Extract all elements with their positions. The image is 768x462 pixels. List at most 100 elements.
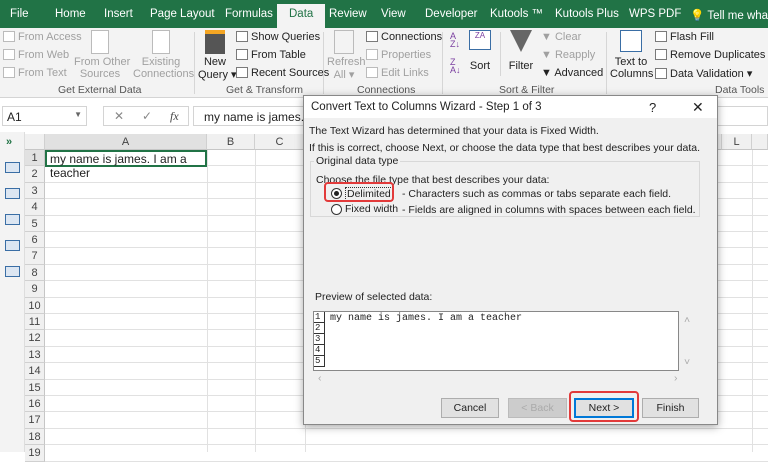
column-header-l[interactable]: L bbox=[722, 134, 752, 150]
wizard-message: The Text Wizard has determined that your… bbox=[309, 125, 599, 137]
sort-button[interactable]: ZA Sort bbox=[467, 30, 493, 72]
tell-me-search[interactable]: 💡 Tell me what you bbox=[690, 8, 768, 22]
connections-doc-icon bbox=[152, 30, 170, 54]
connections-button[interactable]: Connections bbox=[366, 31, 442, 43]
row-header[interactable]: 14 bbox=[25, 363, 45, 380]
help-button[interactable]: ? bbox=[649, 100, 656, 115]
text-to-columns-dialog: Convert Text to Columns Wizard - Step 1 … bbox=[303, 95, 718, 425]
insert-function-icon[interactable]: fx bbox=[170, 109, 179, 124]
workbook-icon[interactable] bbox=[5, 162, 20, 173]
scroll-up-icon[interactable]: ˄ bbox=[684, 314, 690, 326]
new-query-button[interactable]: New Query ▾ bbox=[198, 30, 237, 81]
sort-a-z-button[interactable]: A Z↓ bbox=[450, 32, 460, 49]
enter-icon[interactable]: ✓ bbox=[142, 109, 152, 123]
existing-connections-button[interactable]: Existing Connections bbox=[133, 30, 194, 80]
highlight-box bbox=[324, 182, 394, 202]
row-header[interactable]: 10 bbox=[25, 297, 45, 314]
from-web-button[interactable]: From Web bbox=[3, 49, 69, 61]
expand-icon[interactable]: » bbox=[6, 136, 12, 148]
data-validation-button[interactable]: Data Validation ▾ bbox=[655, 67, 752, 80]
recent-sources-button[interactable]: Recent Sources bbox=[236, 67, 329, 79]
back-button[interactable]: < Back bbox=[508, 398, 567, 418]
row-header[interactable]: 7 bbox=[25, 248, 45, 265]
scroll-right-icon[interactable]: › bbox=[674, 372, 678, 384]
cancel-icon[interactable]: ✕ bbox=[114, 109, 124, 123]
row-header[interactable]: 2 bbox=[25, 166, 45, 183]
column-header-m[interactable] bbox=[752, 134, 768, 150]
fixed-width-radio[interactable] bbox=[331, 204, 342, 215]
find-replace-icon[interactable] bbox=[5, 266, 20, 277]
chevron-down-icon[interactable]: ▼ bbox=[74, 110, 82, 119]
text-to-columns-button[interactable]: Text to Columns bbox=[610, 30, 653, 80]
close-button[interactable]: ✕ bbox=[692, 99, 704, 116]
column-header-a[interactable]: A bbox=[45, 134, 207, 150]
preview-row-number: 4 bbox=[314, 345, 325, 356]
row-header[interactable]: 11 bbox=[25, 314, 45, 331]
gridline bbox=[752, 150, 753, 452]
tab-developer[interactable]: Developer bbox=[425, 8, 477, 20]
row-header[interactable]: 19 bbox=[25, 445, 45, 462]
separator bbox=[500, 32, 501, 76]
row-header[interactable]: 12 bbox=[25, 330, 45, 347]
delimited-description: - Characters such as commas or tabs sepa… bbox=[402, 188, 672, 200]
advanced-button[interactable]: ▼ Advanced bbox=[541, 67, 603, 79]
tab-data[interactable]: Data bbox=[277, 4, 326, 28]
refresh-all-button[interactable]: Refresh All ▾ bbox=[327, 30, 366, 81]
row-header[interactable]: 8 bbox=[25, 264, 45, 282]
row-header[interactable]: 16 bbox=[25, 396, 45, 413]
row-header[interactable]: 15 bbox=[25, 379, 45, 396]
properties-button[interactable]: Properties bbox=[366, 49, 431, 61]
row-header[interactable]: 17 bbox=[25, 412, 45, 429]
row-header[interactable]: 9 bbox=[25, 281, 45, 298]
separator bbox=[323, 32, 324, 94]
from-other-sources-button[interactable]: From Other Sources bbox=[74, 30, 130, 80]
tab-insert[interactable]: Insert bbox=[104, 8, 133, 20]
tab-view[interactable]: View bbox=[381, 8, 406, 20]
row-header[interactable]: 1 bbox=[25, 150, 45, 167]
cancel-button[interactable]: Cancel bbox=[441, 398, 499, 418]
name-manager-icon[interactable] bbox=[5, 214, 20, 225]
edit-links-button[interactable]: Edit Links bbox=[366, 67, 429, 79]
tab-kutools[interactable]: Kutools ™ bbox=[490, 8, 543, 20]
clear-button[interactable]: ▼ Clear bbox=[541, 31, 581, 43]
sort-z-a-button[interactable]: Z A↓ bbox=[450, 58, 461, 75]
tab-file[interactable]: File bbox=[10, 8, 29, 20]
tab-review[interactable]: Review bbox=[329, 8, 367, 20]
tab-page-layout[interactable]: Page Layout bbox=[150, 8, 215, 20]
column-list-icon[interactable] bbox=[5, 240, 20, 251]
tab-formulas[interactable]: Formulas bbox=[225, 8, 273, 20]
filter-button[interactable]: Filter bbox=[506, 30, 536, 72]
flash-fill-button[interactable]: Flash Fill bbox=[655, 31, 714, 43]
select-all-corner[interactable] bbox=[25, 134, 45, 150]
from-text-button[interactable]: From Text bbox=[3, 67, 67, 79]
column-header-c[interactable]: C bbox=[255, 134, 305, 150]
remove-duplicates-button[interactable]: Remove Duplicates bbox=[655, 49, 765, 61]
name-box[interactable]: A1 ▼ bbox=[2, 106, 87, 126]
preview-text: my name is james. I am a teacher bbox=[330, 313, 523, 324]
gridline bbox=[45, 444, 768, 446]
row-header[interactable]: 6 bbox=[25, 232, 45, 249]
formula-icon[interactable] bbox=[5, 188, 20, 199]
separator bbox=[194, 32, 195, 94]
row-header[interactable]: 18 bbox=[25, 428, 45, 446]
row-header[interactable]: 4 bbox=[25, 199, 45, 216]
row-header[interactable]: 5 bbox=[25, 215, 45, 232]
properties-icon bbox=[366, 49, 378, 60]
column-header-b[interactable]: B bbox=[207, 134, 255, 150]
tab-wps-pdf[interactable]: WPS PDF bbox=[629, 8, 681, 20]
reapply-button[interactable]: ▼ Reapply bbox=[541, 49, 595, 61]
cell-a1[interactable]: my name is james. I am a teacher bbox=[45, 150, 207, 180]
row-header[interactable]: 3 bbox=[25, 182, 45, 200]
from-table-button[interactable]: From Table bbox=[236, 49, 306, 61]
scroll-left-icon[interactable]: ‹ bbox=[318, 372, 322, 384]
tab-kutools-plus[interactable]: Kutools Plus bbox=[555, 8, 619, 20]
preview-box[interactable]: 1 2 3 4 5 my name is james. I am a teach… bbox=[313, 311, 679, 371]
scroll-down-icon[interactable]: ˅ bbox=[684, 356, 690, 368]
finish-button[interactable]: Finish bbox=[642, 398, 699, 418]
row-header[interactable]: 13 bbox=[25, 346, 45, 364]
show-queries-button[interactable]: Show Queries bbox=[236, 31, 320, 43]
tab-home[interactable]: Home bbox=[55, 8, 86, 20]
document-icon bbox=[91, 30, 109, 54]
from-access-button[interactable]: From Access bbox=[3, 31, 82, 43]
fixed-width-label[interactable]: Fixed width bbox=[345, 203, 398, 215]
